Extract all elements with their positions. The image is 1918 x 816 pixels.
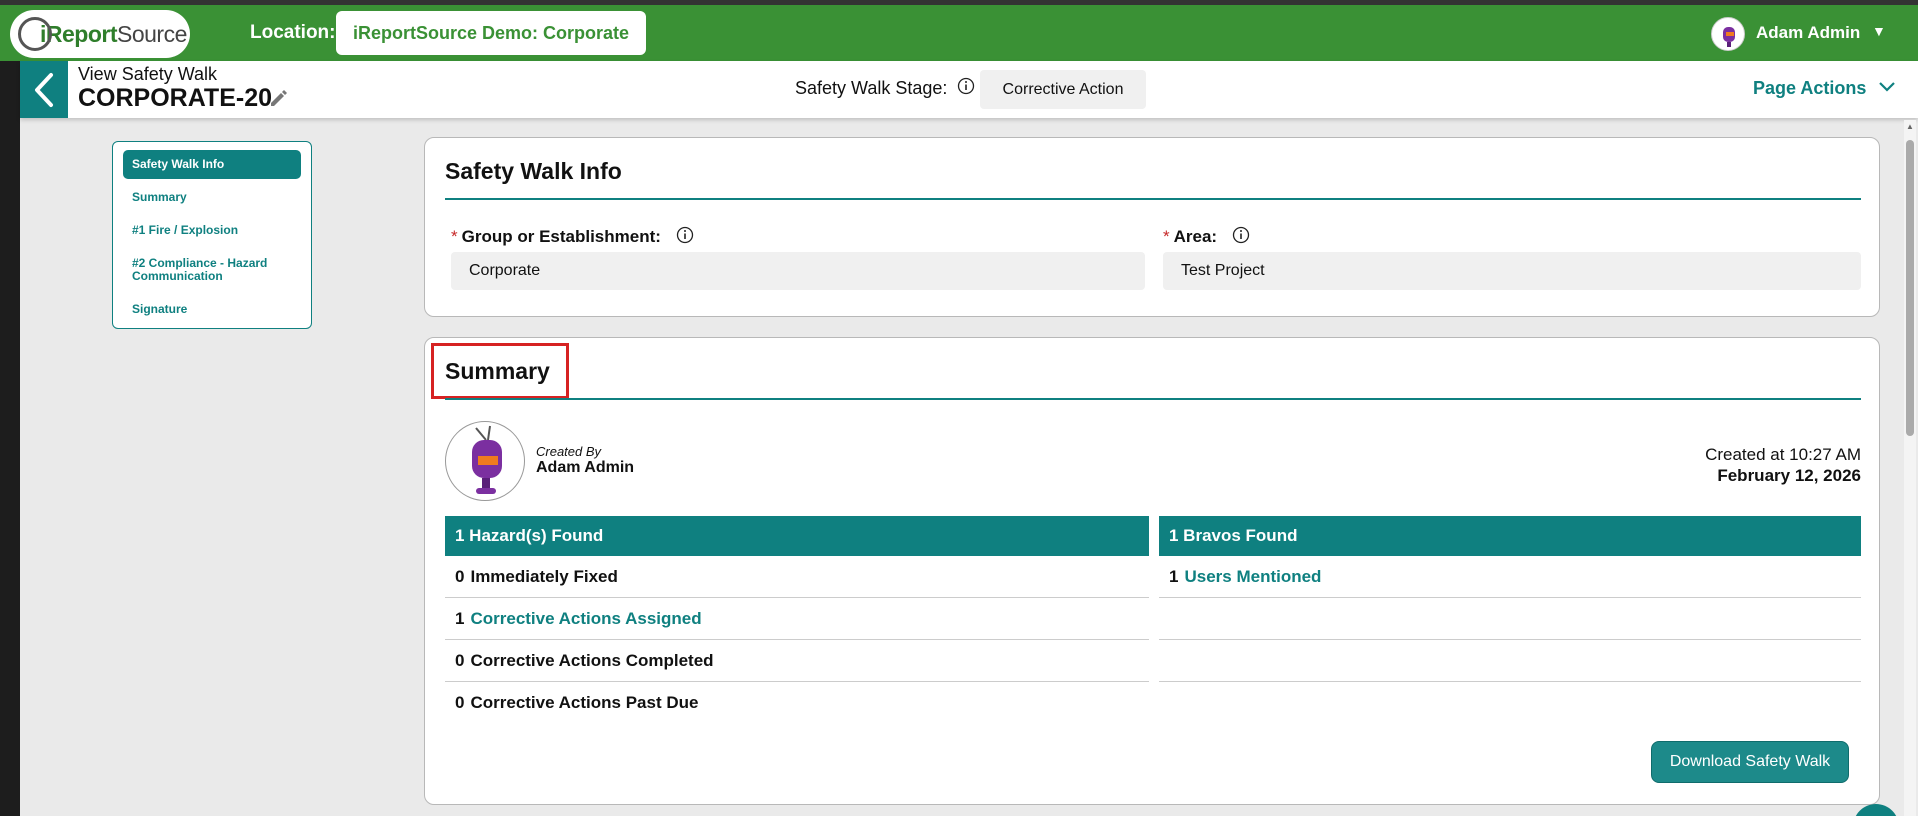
created-by-label: Created By [536, 444, 602, 459]
section-nav: Safety Walk Info Summary #1 Fire / Explo… [112, 141, 312, 329]
stage-label: Safety Walk Stage: [795, 78, 948, 98]
download-safety-walk-button[interactable]: Download Safety Walk [1651, 741, 1849, 783]
stage-value: Corrective Action [980, 70, 1146, 109]
scroll-up-icon[interactable]: ▲ [1906, 122, 1914, 131]
left-rail [0, 61, 20, 816]
stat-row: 0 Corrective Actions Completed [445, 640, 1149, 682]
divider [445, 198, 1861, 200]
back-button[interactable] [20, 61, 68, 118]
page-header: View Safety Walk CORPORATE-20 Safety Wal… [20, 61, 1918, 118]
logo-text: iReportSource [40, 20, 187, 47]
stat-row-empty [1159, 640, 1861, 682]
record-id: CORPORATE-20 [78, 84, 273, 112]
chevron-down-icon[interactable] [1878, 80, 1896, 98]
group-field: Corporate [451, 252, 1145, 290]
info-icon[interactable] [1232, 226, 1250, 249]
users-mentioned-link[interactable]: Users Mentioned [1184, 567, 1321, 587]
nav-item-fire-explosion[interactable]: #1 Fire / Explosion [123, 216, 301, 245]
corrective-actions-assigned-link[interactable]: Corrective Actions Assigned [470, 609, 701, 629]
created-at: Created at 10:27 AM [1705, 445, 1861, 464]
user-name[interactable]: Adam Admin [1756, 23, 1860, 43]
nav-item-summary[interactable]: Summary [123, 183, 301, 212]
robot-avatar-icon [1723, 27, 1735, 47]
hazards-header: 1 Hazard(s) Found [445, 516, 1149, 556]
page-actions-button[interactable]: Page Actions [1753, 78, 1866, 99]
location-label: Location: [250, 22, 336, 43]
divider [445, 398, 1861, 400]
top-bar: iReportSource Location: iReportSource De… [0, 5, 1918, 61]
stat-row: 0 Corrective Actions Past Due [455, 693, 699, 712]
logo-ring-icon [18, 17, 52, 51]
area-field: Test Project [1163, 252, 1861, 290]
chevron-left-icon [35, 72, 53, 107]
help-chat-icon[interactable] [1853, 804, 1899, 816]
bravos-header: 1 Bravos Found [1159, 516, 1861, 556]
location-selector[interactable]: iReportSource Demo: Corporate [336, 11, 646, 55]
chevron-down-icon[interactable]: ▼ [1872, 23, 1886, 39]
view-label: View Safety Walk [78, 64, 218, 84]
nav-item-signature[interactable]: Signature [123, 295, 301, 324]
nav-item-safety-walk-info[interactable]: Safety Walk Info [123, 150, 301, 179]
info-icon[interactable] [676, 226, 694, 249]
creator-name: Adam Admin [536, 459, 635, 476]
info-icon[interactable] [957, 77, 975, 100]
user-avatar[interactable] [1711, 17, 1745, 51]
app-logo[interactable]: iReportSource [10, 10, 190, 58]
stat-row: 0 Immediately Fixed [445, 556, 1149, 598]
card-title: Safety Walk Info [445, 158, 622, 184]
stat-row: 1 Corrective Actions Assigned [445, 598, 1149, 640]
scrollbar[interactable]: ▲ [1904, 120, 1916, 816]
safety-walk-info-card: Safety Walk Info * Group or Establishment… [424, 137, 1880, 317]
robot-avatar-icon [472, 425, 502, 494]
scroll-thumb[interactable] [1906, 140, 1914, 436]
stat-row: 1 Users Mentioned [1159, 556, 1861, 598]
area-field-label: * Area: [1163, 226, 1250, 249]
summary-card: Summary Created By Adam Admin Created at… [424, 337, 1880, 805]
created-date: February 12, 2026 [1717, 466, 1861, 485]
nav-item-compliance-hazard[interactable]: #2 Compliance - Hazard Communication [123, 249, 301, 291]
pencil-icon[interactable] [268, 88, 288, 113]
summary-title: Summary [445, 358, 550, 384]
group-field-label: * Group or Establishment: [451, 226, 694, 249]
creator-avatar [445, 421, 525, 501]
stat-row-empty [1159, 598, 1861, 640]
